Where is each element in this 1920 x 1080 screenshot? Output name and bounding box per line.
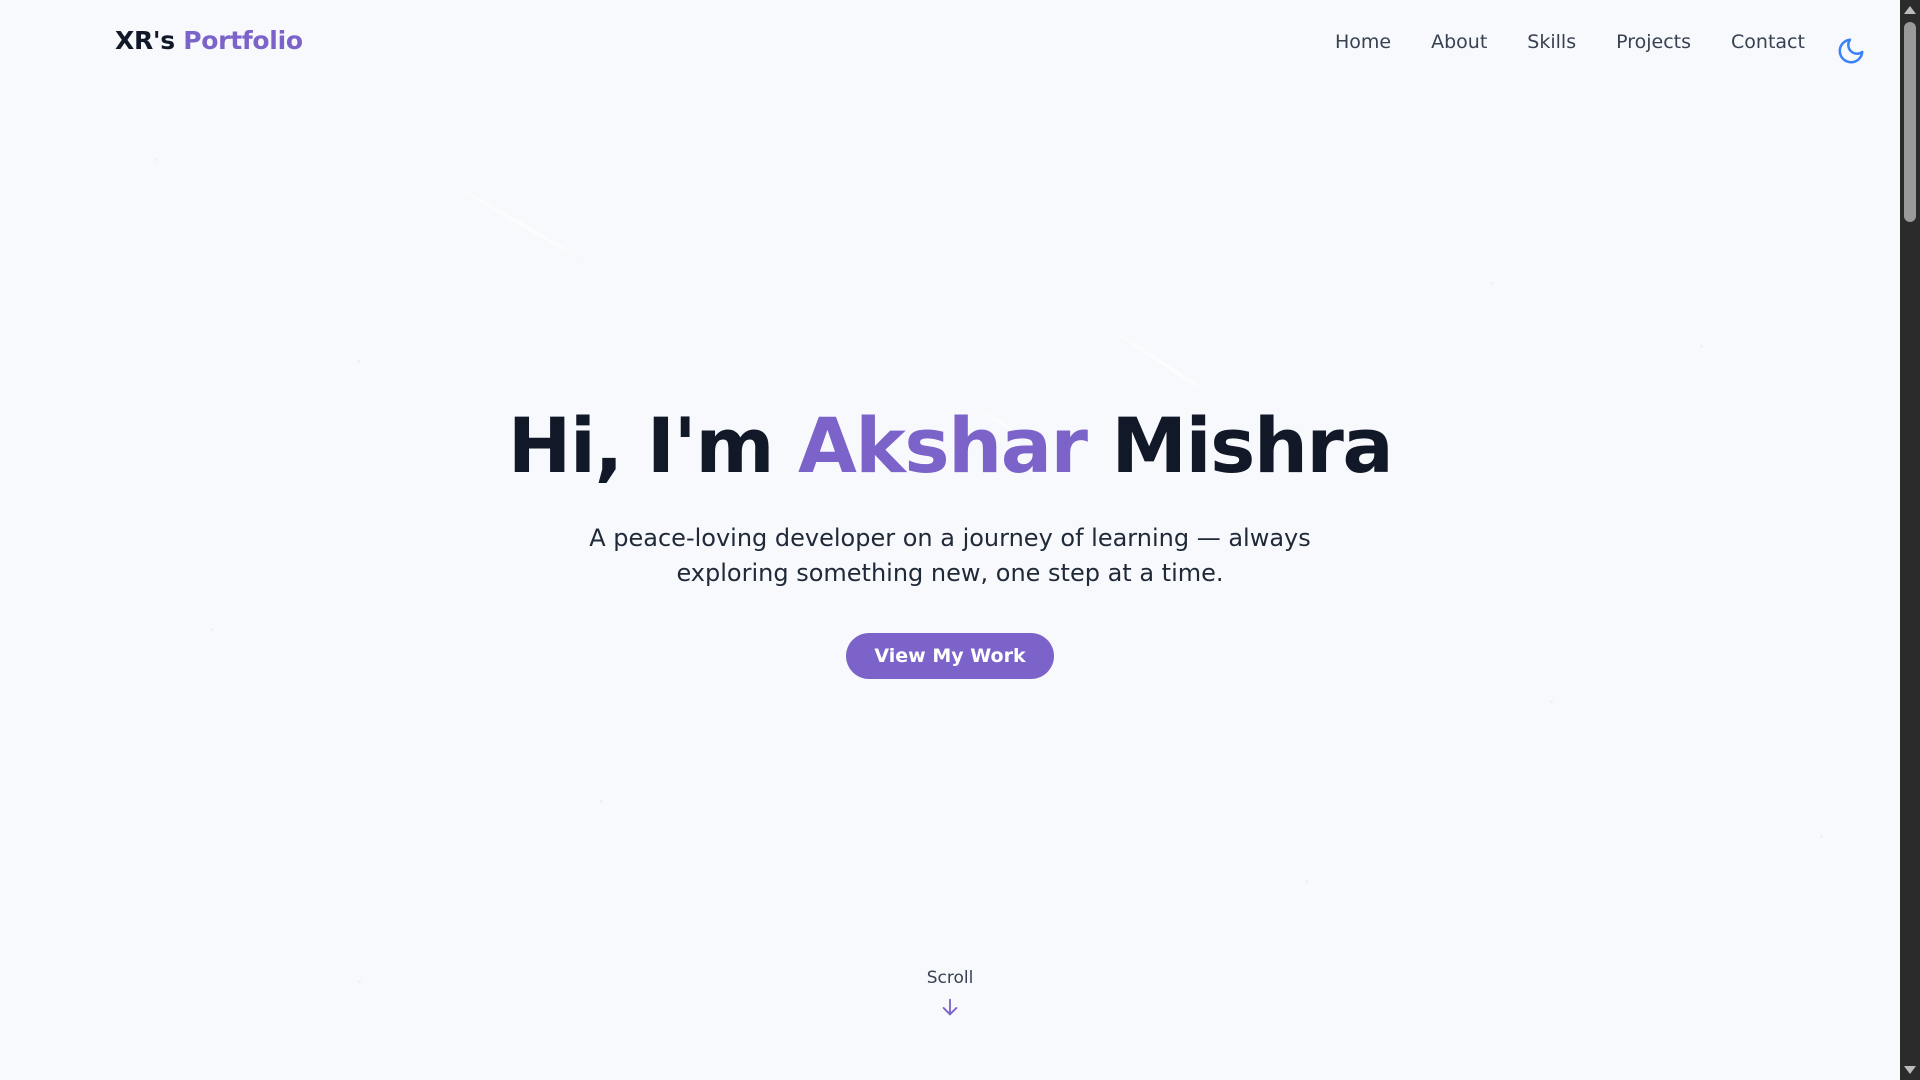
brand-prefix: XR's bbox=[115, 26, 184, 55]
nav-link-skills[interactable]: Skills bbox=[1527, 31, 1576, 53]
brand-logo[interactable]: XR's Portfolio bbox=[115, 26, 303, 55]
nav-link-contact[interactable]: Contact bbox=[1731, 31, 1805, 53]
star-dot bbox=[600, 800, 603, 803]
moon-icon bbox=[1838, 38, 1864, 64]
hero-greeting: Hi, I'm bbox=[507, 401, 798, 490]
nav-link-home[interactable]: Home bbox=[1335, 31, 1391, 53]
scroll-down-arrow-icon[interactable] bbox=[1904, 1066, 1916, 1074]
theme-toggle-button[interactable] bbox=[1836, 36, 1866, 66]
nav-menu: Home About Skills Projects Contact bbox=[1335, 31, 1845, 53]
scrollbar-thumb[interactable] bbox=[1904, 22, 1916, 222]
star-dot bbox=[357, 360, 360, 363]
nav-link-about[interactable]: About bbox=[1431, 31, 1487, 53]
shooting-star bbox=[429, 170, 583, 261]
brand-accent: Portfolio bbox=[183, 26, 303, 55]
shooting-star bbox=[1094, 318, 1214, 398]
hero-title: Hi, I'm Akshar Mishra bbox=[0, 400, 1900, 491]
star-dot bbox=[1550, 700, 1553, 703]
scroll-hint[interactable]: Scroll bbox=[0, 968, 1900, 1018]
star-dot bbox=[1305, 880, 1308, 883]
page: XR's Portfolio Home About Skills Project… bbox=[0, 0, 1900, 1080]
hero-section: Hi, I'm Akshar Mishra A peace-loving dev… bbox=[0, 400, 1900, 680]
hero-last-name: Mishra bbox=[1086, 401, 1393, 490]
nav-link-projects[interactable]: Projects bbox=[1616, 31, 1691, 53]
scroll-label: Scroll bbox=[926, 968, 974, 988]
star-dot bbox=[1700, 345, 1703, 348]
star-dot bbox=[1490, 282, 1493, 285]
hero-subtitle: A peace-loving developer on a journey of… bbox=[589, 524, 1311, 588]
scroll-up-arrow-icon[interactable] bbox=[1904, 6, 1916, 14]
view-my-work-button[interactable]: View My Work bbox=[846, 633, 1054, 680]
arrow-down-icon bbox=[942, 998, 958, 1016]
navbar: XR's Portfolio Home About Skills Project… bbox=[0, 0, 1900, 88]
page-scrollbar[interactable] bbox=[1900, 0, 1920, 1080]
star-dot bbox=[155, 158, 158, 161]
hero-first-name: Akshar bbox=[797, 401, 1088, 490]
star-dot bbox=[1820, 835, 1823, 838]
